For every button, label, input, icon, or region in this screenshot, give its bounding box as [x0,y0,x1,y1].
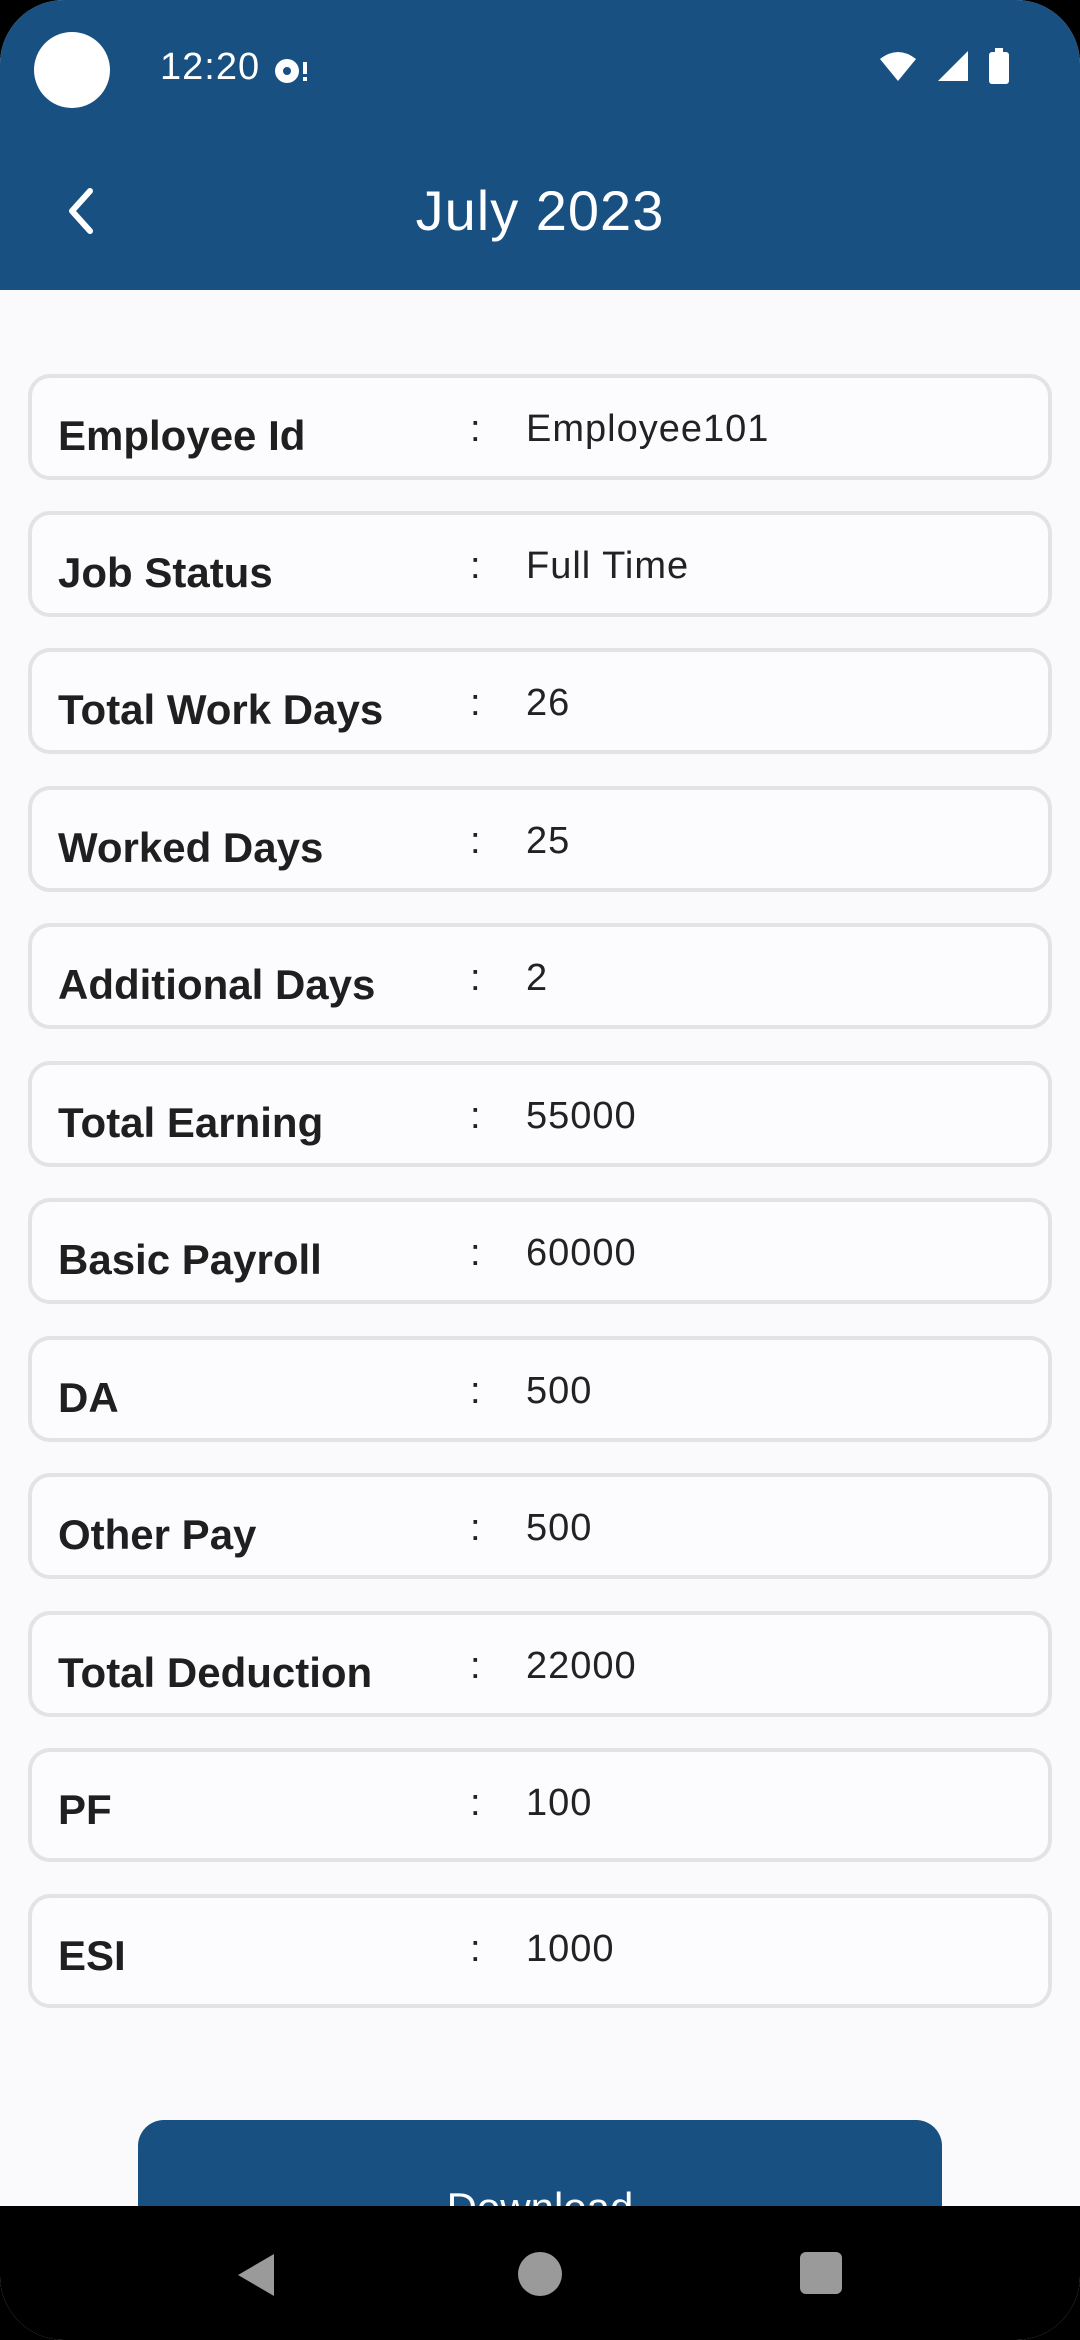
row-label: Total Earning [58,1099,324,1146]
status-time: 12:20 [160,46,261,88]
detail-row-da: DA : 500 [28,1336,1052,1442]
detail-row-employee-id: Employee Id : Employee101 [28,374,1052,480]
detail-row-total-deduction: Total Deduction : 22000 [28,1611,1052,1717]
row-separator: : [470,1928,481,1970]
camera-cutout [34,32,110,108]
nav-home-icon[interactable] [518,2252,562,2296]
page-title: July 2023 [415,179,665,242]
detail-row-total-work-days: Total Work Days : 26 [28,648,1052,754]
row-value: Employee101 [526,408,770,450]
row-label: ESI [58,1932,126,1979]
screen: 12:20 July 2023 Employee Id: Employee10… [0,0,1080,2340]
nav-recents-icon[interactable] [800,2252,842,2294]
row-label: Job Status [58,549,273,596]
notification-icon [272,54,312,88]
row-label: Employee Id [58,412,306,459]
row-separator: : [470,545,481,587]
row-value: 26 [526,682,571,724]
row-separator: : [470,1782,481,1824]
battery-icon [988,48,1010,89]
row-value: 25 [526,820,571,862]
detail-row-total-earning: Total Earning : 55000 [28,1061,1052,1167]
row-value: 100 [526,1782,593,1824]
row-separator: : [470,682,481,724]
detail-row-other-pay: Other Pay : 500 [28,1473,1052,1579]
row-separator: : [470,408,481,450]
detail-row-basic-payroll: Basic Payroll : 60000 [28,1198,1052,1304]
row-separator: : [470,1232,481,1274]
row-label: Additional Days [58,961,376,1008]
row-value: 55000 [526,1095,637,1137]
detail-row-worked-days: Worked Days : 25 [28,786,1052,892]
signal-icon [936,49,970,88]
detail-row-job-status: Job Status : Full Time [28,511,1052,617]
row-value: 500 [526,1507,593,1549]
wifi-icon [878,49,918,88]
row-separator: : [470,957,481,999]
row-label: Worked Days [58,824,324,871]
row-value: 1000 [526,1928,615,1970]
row-value: Full Time [526,545,690,587]
row-value: 2 [526,957,549,999]
row-separator: : [470,1645,481,1687]
row-label: Other Pay [58,1511,257,1558]
nav-back-icon[interactable] [234,2252,278,2298]
row-separator: : [470,1095,481,1137]
system-navigation-bar [0,2206,1080,2340]
row-label: Total Deduction [58,1649,373,1696]
row-label: DA [58,1374,119,1421]
row-separator: : [470,820,481,862]
row-value: 500 [526,1370,593,1412]
row-label: PF [58,1786,112,1833]
detail-row-pf: PF : 100 [28,1748,1052,1862]
row-separator: : [470,1507,481,1549]
app-header: 12:20 July 2023 [0,0,1080,290]
row-label: Basic Payroll [58,1236,322,1283]
detail-row-esi: ESI : 1000 [28,1894,1052,2008]
row-label: Total Work Days [58,686,384,733]
row-value: 60000 [526,1232,637,1274]
detail-row-additional-days: Additional Days : 2 [28,923,1052,1029]
row-value: 22000 [526,1645,637,1687]
row-separator: : [470,1370,481,1412]
status-icons [878,48,1010,89]
